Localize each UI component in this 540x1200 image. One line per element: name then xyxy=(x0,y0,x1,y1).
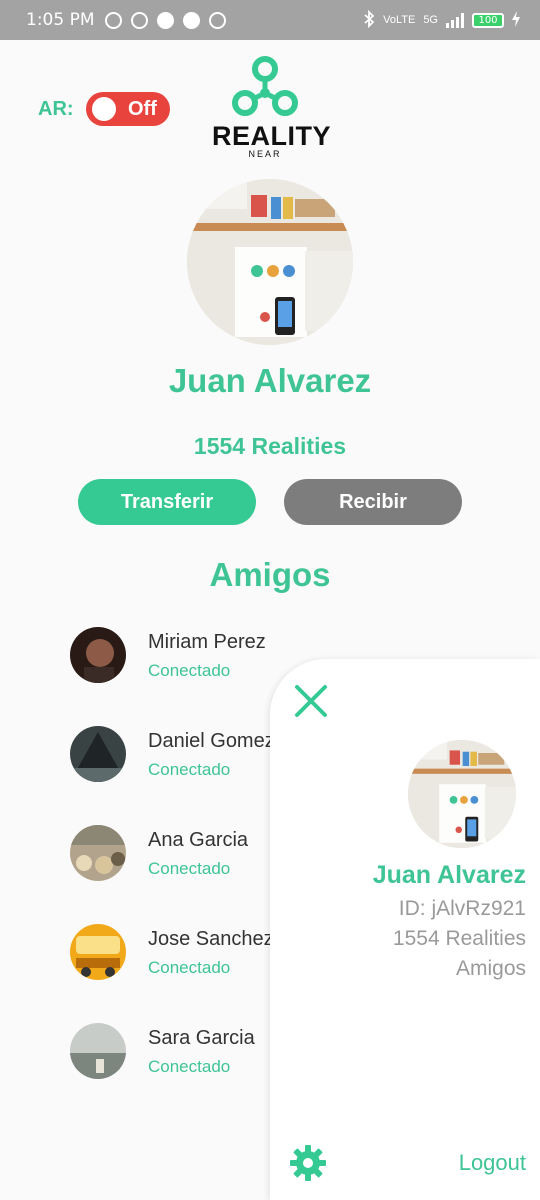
profile-name: Juan Alvarez xyxy=(168,362,372,399)
volte-icon: VoLTE xyxy=(383,14,416,26)
messages-icon xyxy=(156,11,174,29)
list-item[interactable]: Daniel Gomez Conectado xyxy=(70,726,300,786)
avatar xyxy=(70,627,126,683)
friends-title: Amigos xyxy=(209,556,331,593)
charging-icon xyxy=(512,10,520,30)
friend-name: Sara Garcia xyxy=(148,1027,255,1049)
avatar xyxy=(70,825,126,881)
friend-name: Miriam Perez xyxy=(148,631,266,653)
alarm-icon xyxy=(130,11,148,29)
avatar xyxy=(70,726,126,782)
logout-button[interactable]: Logout xyxy=(459,1150,526,1176)
realities-count: 1554 Realities xyxy=(193,433,347,459)
friend-name: Jose Sanchez xyxy=(148,928,274,950)
avatar xyxy=(70,924,126,980)
drawer-amigos-link[interactable]: Amigos xyxy=(456,957,526,981)
ar-toggle[interactable]: Off xyxy=(86,92,170,126)
mute-icon xyxy=(104,11,122,29)
bluetooth-icon xyxy=(363,9,375,31)
friend-status: Conectado xyxy=(148,958,231,977)
notification-icons xyxy=(104,11,226,29)
list-item[interactable]: Sara Garcia Conectado xyxy=(70,1023,300,1083)
app-logo: REALITY NEAR xyxy=(212,55,332,159)
network-type: 5G xyxy=(423,14,438,26)
logo-wordmark: REALITY xyxy=(212,121,332,151)
drawer-name: Juan Alvarez xyxy=(372,861,526,889)
list-item[interactable]: Jose Sanchez Conectado xyxy=(70,924,300,984)
logo-mark-icon xyxy=(232,56,298,116)
status-time: 1:05 PM xyxy=(26,10,95,30)
list-item[interactable]: Ana Garcia Conectado xyxy=(70,825,300,885)
google-icon xyxy=(182,11,200,29)
ar-label: AR: xyxy=(38,98,74,120)
close-icon[interactable] xyxy=(293,683,329,719)
friend-status: Conectado xyxy=(148,760,231,779)
avatar xyxy=(70,1023,126,1079)
friend-status: Conectado xyxy=(148,1057,231,1076)
list-item[interactable]: Miriam Perez Conectado xyxy=(70,627,300,687)
drawer-avatar xyxy=(408,740,516,848)
toggle-knob xyxy=(92,97,116,121)
profile-avatar[interactable] xyxy=(187,179,353,345)
receive-button[interactable]: Recibir xyxy=(284,479,462,525)
signal-icon xyxy=(446,12,464,28)
gear-icon[interactable] xyxy=(288,1143,328,1183)
friend-status: Conectado xyxy=(148,661,231,680)
friend-status: Conectado xyxy=(148,859,231,878)
drawer-realities: 1554 Realities xyxy=(392,927,526,950)
status-right: VoLTE 5G 100 xyxy=(363,9,520,31)
friend-name: Ana Garcia xyxy=(148,829,249,851)
battery-icon: 100 xyxy=(472,12,504,28)
transfer-button[interactable]: Transferir xyxy=(78,479,256,525)
friend-name: Daniel Gomez xyxy=(148,730,275,752)
ar-state: Off xyxy=(128,97,157,120)
status-bar: 1:05 PM VoLTE 5G 100 xyxy=(0,0,540,40)
drawer-user-id: ID: jAlvRz921 xyxy=(398,897,526,920)
play-store-icon xyxy=(208,11,226,29)
